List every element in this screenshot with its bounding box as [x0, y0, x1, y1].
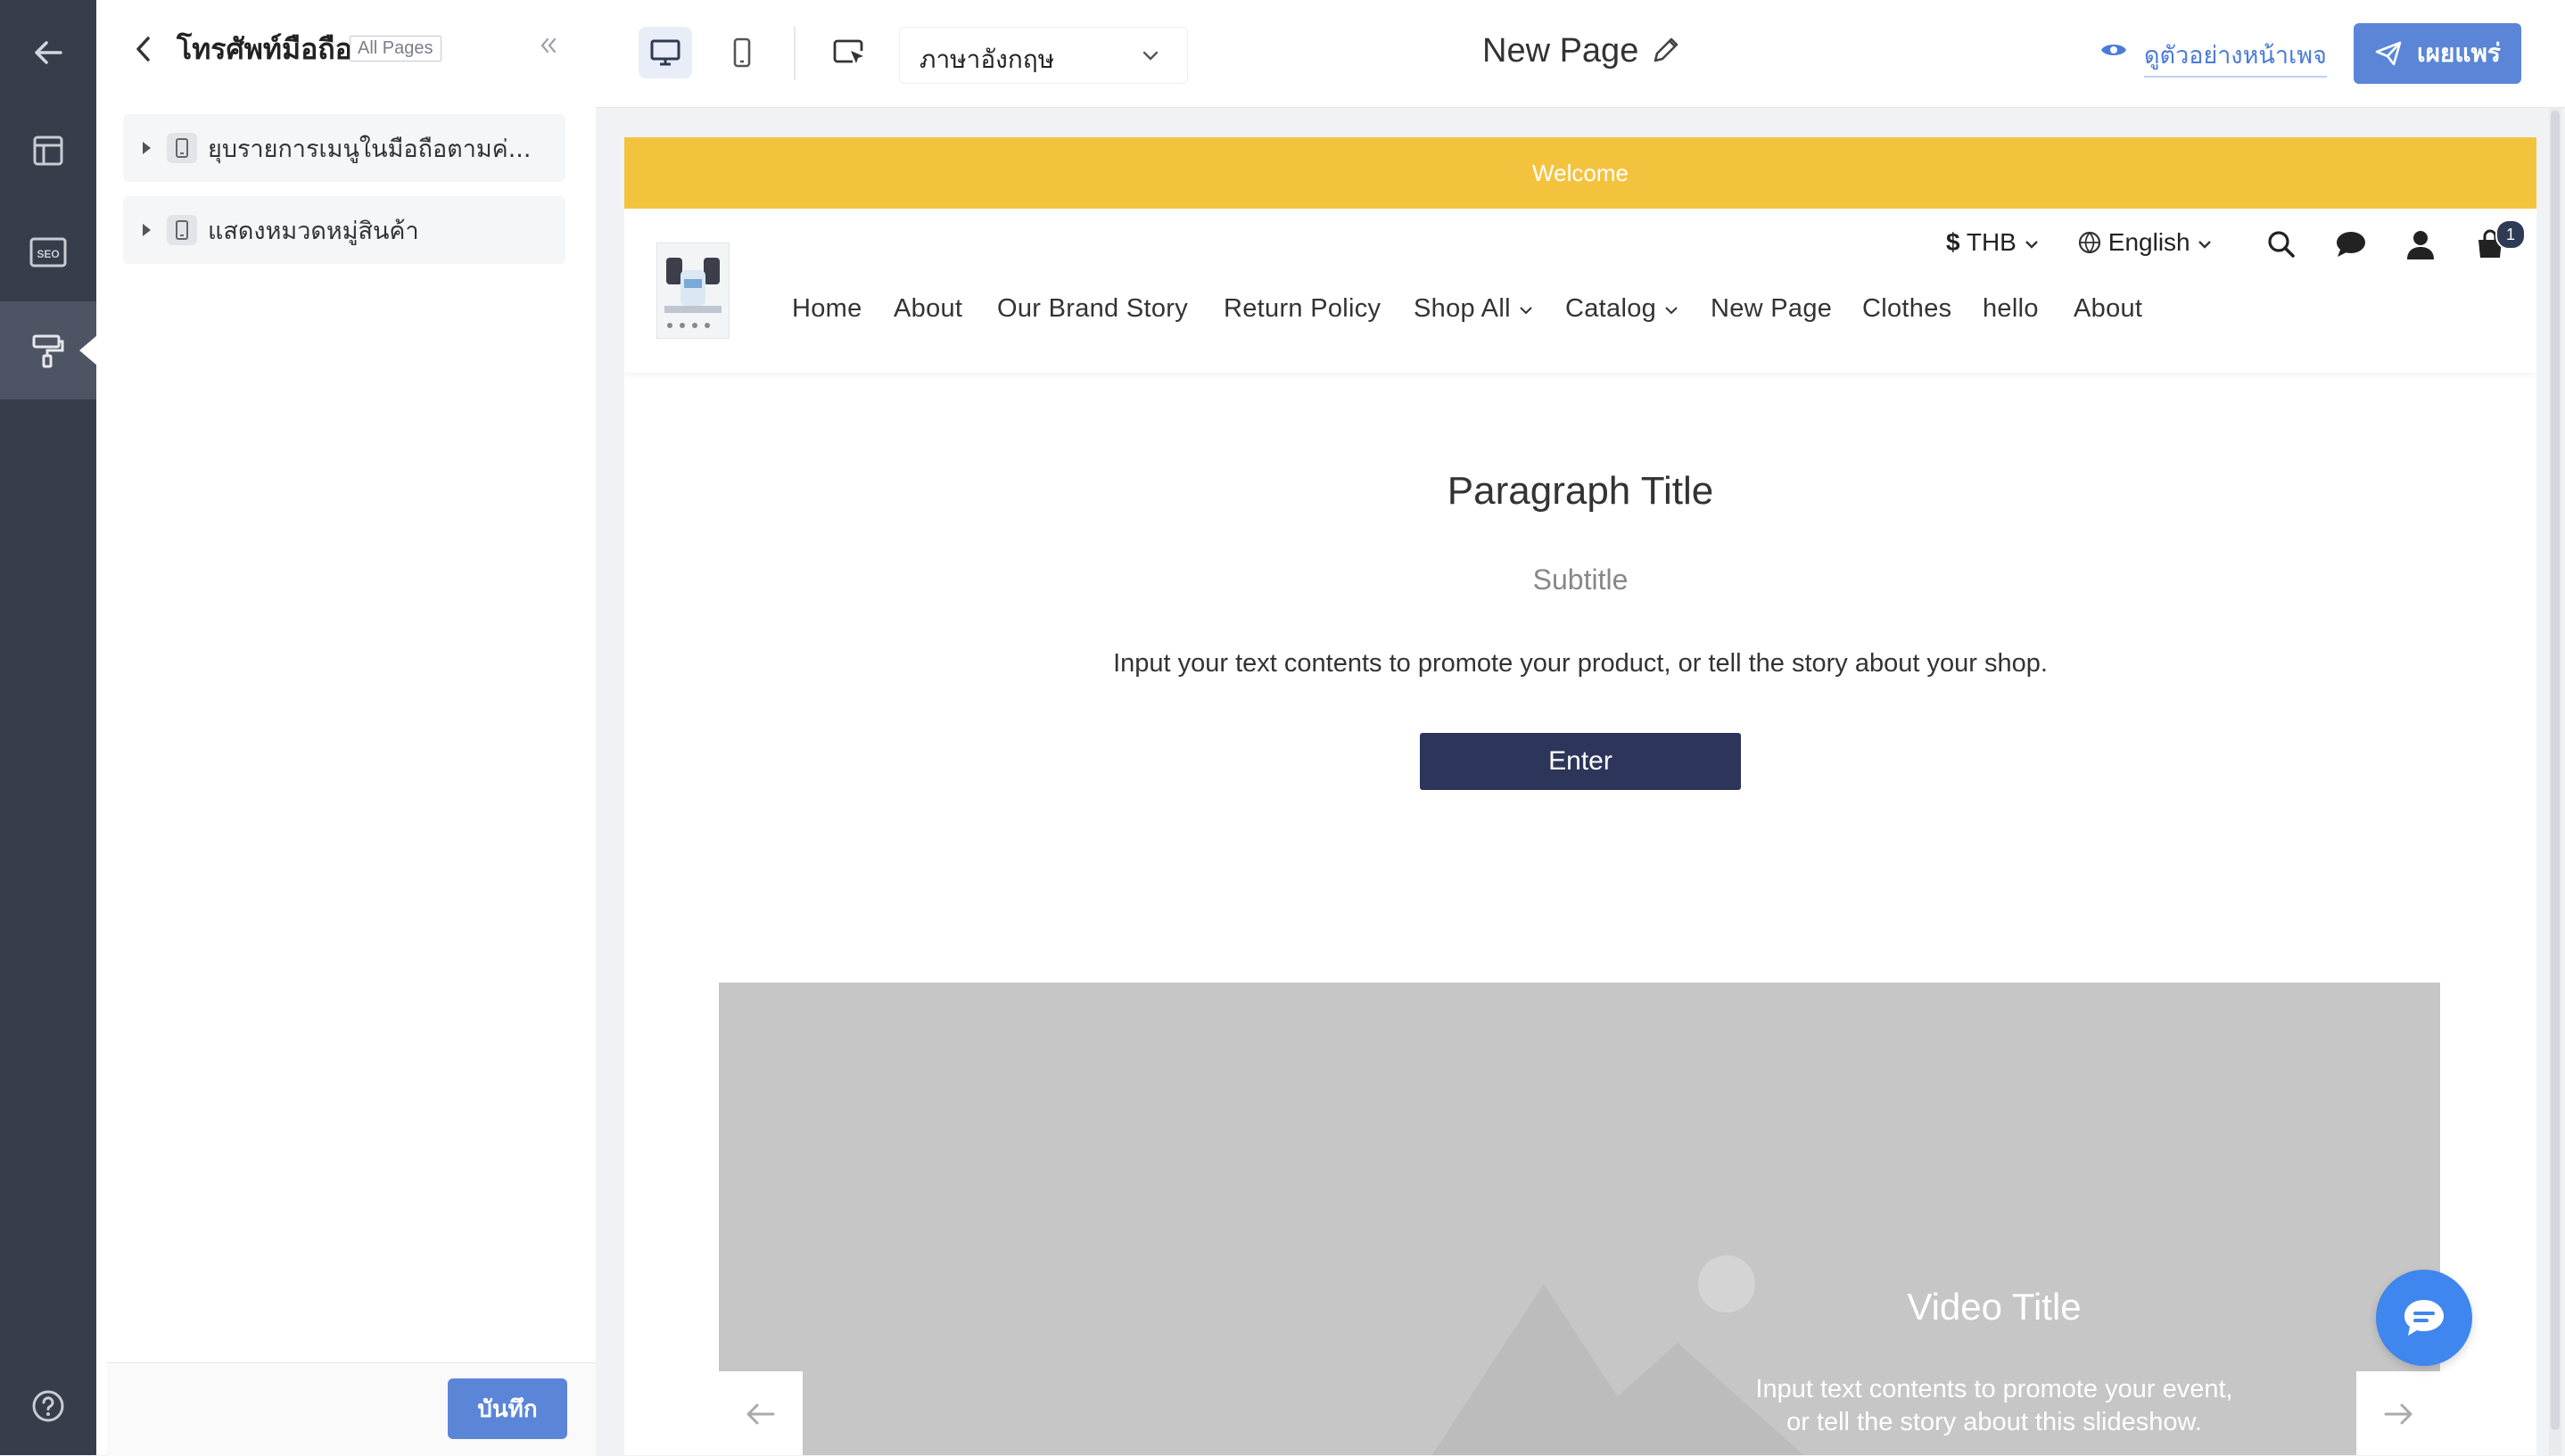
scope-badge: All Pages [350, 36, 441, 62]
language-select[interactable]: ภาษาอังกฤษ [899, 27, 1188, 84]
publish-label: เผยแพร่ [2417, 38, 2501, 68]
search-button[interactable] [2262, 225, 2301, 264]
video-description-line-2: or tell the story about this slideshow. [1786, 1408, 2202, 1436]
cursor-select-icon [833, 39, 863, 63]
currency-label: THB [1966, 228, 2017, 256]
chevron-down-icon [1520, 307, 1532, 315]
mobile-device-icon [167, 215, 197, 245]
chat-icon [2404, 1300, 2444, 1336]
page-title: New Page [1482, 32, 1639, 70]
layout-icon [33, 136, 63, 166]
left-rail: SEO [0, 0, 97, 1455]
nav-item-clothes[interactable]: Clothes [1862, 294, 1951, 324]
desktop-view-button[interactable] [639, 27, 692, 78]
paragraph-subtitle[interactable]: Subtitle [624, 563, 2536, 596]
video-description[interactable]: Input text contents to promote your even… [1753, 1373, 2235, 1439]
eye-icon [2101, 45, 2126, 55]
account-button[interactable] [2401, 225, 2440, 264]
chat-support-button[interactable] [2376, 1270, 2472, 1366]
video-description-line-1: Input text contents to promote your even… [1755, 1375, 2233, 1403]
logo-image [657, 243, 729, 338]
language-select-value: ภาษาอังกฤษ [920, 45, 1055, 74]
chat-bubble-icon [2337, 232, 2365, 257]
settings-panel: โทรศัพท์มือถือ All Pages ยุบรายการเมนูใน… [96, 0, 596, 1456]
paragraph-body[interactable]: Input your text contents to promote your… [624, 649, 2536, 679]
paint-roller-icon [32, 334, 64, 368]
desktop-icon [650, 39, 680, 66]
panel-title: โทรศัพท์มือถือ [177, 32, 352, 66]
double-chevron-left-icon [540, 37, 557, 53]
tree-item-label: แสดงหมวดหมู่สินค้า [208, 217, 419, 245]
mobile-device-icon [167, 133, 197, 163]
preview-page-link[interactable]: ดูตัวอย่างหน้าเพจ [2144, 36, 2327, 78]
chevron-down-icon [2198, 241, 2212, 249]
language-selector[interactable]: English [2078, 228, 2213, 257]
messages-button[interactable] [2331, 225, 2371, 264]
globe-icon [2078, 231, 2101, 254]
slide-prev-button[interactable] [719, 1371, 803, 1455]
nav-item-about-2[interactable]: About [2074, 294, 2142, 324]
video-slideshow[interactable]: Video Title Input text contents to promo… [719, 983, 2440, 1455]
help-icon [32, 1390, 64, 1422]
pencil-icon [1654, 37, 1678, 62]
seo-button[interactable]: SEO [0, 203, 96, 301]
welcome-banner[interactable]: Welcome [624, 137, 2536, 209]
help-button[interactable] [0, 1357, 96, 1455]
theme-design-button[interactable] [0, 301, 97, 399]
back-button[interactable] [0, 4, 96, 102]
search-icon [2268, 231, 2295, 258]
seo-icon-label: SEO [37, 248, 59, 260]
paper-plane-icon [2375, 41, 2402, 66]
store-logo[interactable] [656, 243, 730, 339]
publish-button[interactable]: เผยแพร่ [2354, 23, 2521, 84]
seo-icon: SEO [29, 237, 67, 267]
toolbar-divider [794, 27, 796, 80]
chevron-down-icon [1665, 307, 1678, 315]
edit-title-button[interactable] [1648, 34, 1682, 72]
editor-toolbar: ภาษาอังกฤษ New Page ดูตัวอย่างหน้าเพจ เผ… [596, 0, 2565, 108]
chevron-down-icon [1142, 51, 1159, 61]
tree-item-collapse-menu[interactable]: ยุบรายการเมนูในมือถือตามค่... [123, 114, 565, 182]
chevron-down-icon [2025, 241, 2038, 249]
nav-item-catalog[interactable]: Catalog [1565, 294, 1679, 324]
nav-item-about[interactable]: About [894, 294, 962, 324]
user-icon [2407, 231, 2434, 259]
enter-button[interactable]: Enter [1420, 733, 1741, 790]
paragraph-title[interactable]: Paragraph Title [624, 469, 2536, 514]
nav-item-shop-all[interactable]: Shop All [1414, 294, 1534, 324]
nav-item-catalog-label: Catalog [1565, 294, 1657, 323]
mobile-icon [733, 37, 751, 68]
cart-count-badge: 1 [2495, 219, 2526, 250]
expand-caret-icon[interactable] [143, 142, 151, 154]
select-element-button[interactable] [822, 27, 876, 78]
arrow-left-icon [746, 1403, 775, 1425]
layout-button[interactable] [0, 102, 96, 200]
save-button[interactable]: บันทึก [448, 1378, 567, 1439]
nav-item-hello[interactable]: hello [1983, 294, 2039, 324]
dollar-icon: $ [1946, 228, 1960, 256]
store-header: $ THB English Home About Our Brand Story… [624, 209, 2536, 373]
nav-item-our-brand-story[interactable]: Our Brand Story [997, 294, 1188, 324]
nav-item-return-policy[interactable]: Return Policy [1224, 294, 1381, 324]
arrow-right-icon [2384, 1403, 2412, 1425]
page-canvas: Welcome $ THB English Home About Our Bra… [624, 137, 2536, 1455]
collapse-panel-button[interactable] [539, 36, 558, 60]
language-label: English [2107, 228, 2190, 256]
nav-item-shop-all-label: Shop All [1414, 294, 1511, 323]
tree-item-label: ยุบรายการเมนูในมือถือตามค่... [208, 135, 532, 163]
tree-item-show-categories[interactable]: แสดงหมวดหมู่สินค้า [123, 196, 565, 264]
video-title[interactable]: Video Title [1780, 1286, 2208, 1328]
nav-item-home[interactable]: Home [792, 294, 862, 324]
nav-item-new-page[interactable]: New Page [1711, 294, 1832, 324]
panel-back-button[interactable] [132, 34, 155, 69]
chevron-left-icon [136, 37, 150, 62]
canvas-scrollbar-thumb[interactable] [2551, 111, 2560, 1430]
slide-next-button[interactable] [2356, 1371, 2440, 1455]
expand-caret-icon[interactable] [143, 224, 151, 236]
currency-selector[interactable]: $ THB [1946, 228, 2040, 257]
mobile-view-button[interactable] [715, 27, 769, 78]
back-arrow-icon [35, 41, 62, 64]
